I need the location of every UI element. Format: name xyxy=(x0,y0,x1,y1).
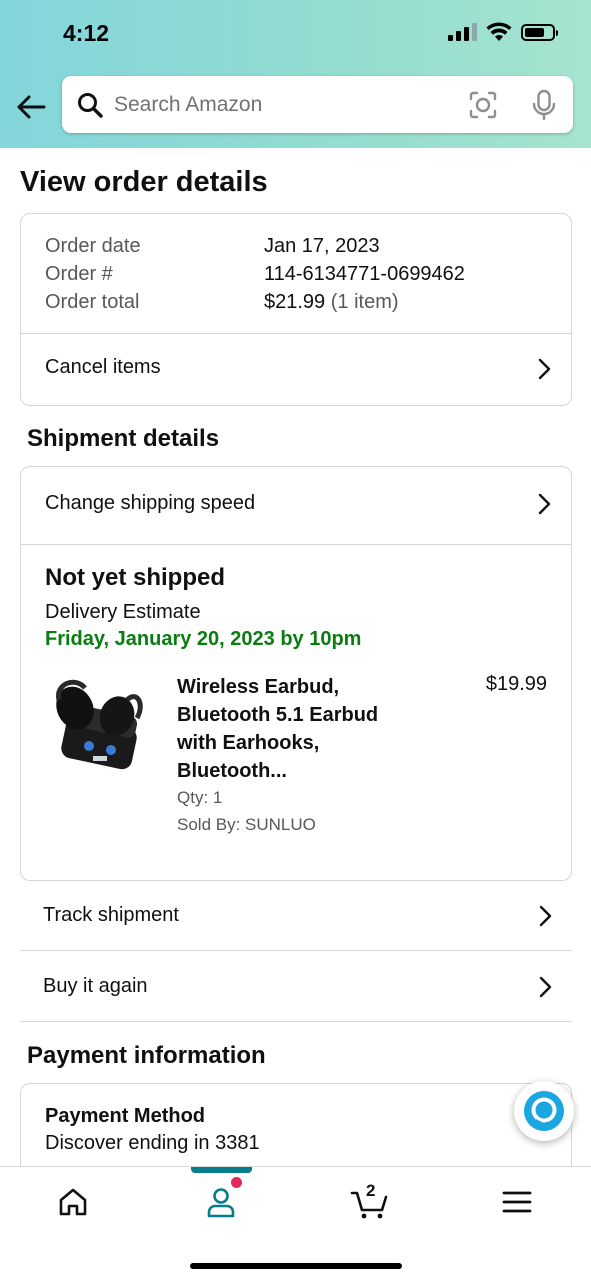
search-icon xyxy=(78,93,103,118)
cancel-items-label: Cancel items xyxy=(45,356,161,378)
cancel-items-row[interactable]: Cancel items xyxy=(21,334,571,406)
buy-it-again-row[interactable]: Buy it again xyxy=(20,952,572,1022)
chevron-right-icon xyxy=(539,976,552,998)
order-date-label: Order date xyxy=(45,235,141,257)
notification-dot xyxy=(231,1177,242,1188)
payment-method-value: Discover ending in 3381 xyxy=(45,1132,260,1154)
home-indicator xyxy=(190,1263,402,1269)
product-image[interactable] xyxy=(45,670,155,780)
order-total-items: (1 item) xyxy=(330,291,399,313)
wifi-icon xyxy=(486,22,512,41)
product-price: $19.99 xyxy=(485,673,547,695)
active-tab-indicator xyxy=(191,1167,252,1173)
page-title: View order details xyxy=(20,166,268,198)
chevron-right-icon xyxy=(538,493,551,515)
account-icon[interactable] xyxy=(204,1185,238,1219)
menu-icon[interactable] xyxy=(500,1185,534,1219)
shipment-status: Not yet shipped xyxy=(45,564,226,591)
order-number-value: 114-6134771-0699462 xyxy=(264,263,465,285)
app-header: 4:12 xyxy=(0,0,591,148)
delivery-estimate-label: Delivery Estimate xyxy=(45,601,201,623)
back-arrow-icon[interactable] xyxy=(14,90,48,124)
cellular-signal-icon xyxy=(448,23,477,41)
product-quantity: Qty: 1 xyxy=(177,788,223,807)
battery-icon xyxy=(521,23,558,41)
delivery-estimate-date: Friday, January 20, 2023 by 10pm xyxy=(45,628,362,650)
payment-method-title: Payment Method xyxy=(45,1105,206,1127)
change-shipping-speed-label: Change shipping speed xyxy=(45,492,256,514)
mic-icon[interactable] xyxy=(530,89,558,121)
status-icons xyxy=(448,22,558,42)
payment-section-title: Payment information xyxy=(27,1042,266,1069)
product-name[interactable]: Wireless Earbud, Bluetooth 5.1 Earbud wi… xyxy=(177,673,407,785)
buy-it-again-label: Buy it again xyxy=(43,975,148,997)
search-input[interactable] xyxy=(114,85,454,125)
change-shipping-speed-row[interactable]: Change shipping speed xyxy=(21,467,571,544)
product-seller: Sold By: SUNLUO xyxy=(177,815,316,834)
order-total-label: Order total xyxy=(45,291,140,313)
order-summary-card: Order date Jan 17, 2023 Order # 114-6134… xyxy=(20,213,572,406)
order-number-label: Order # xyxy=(45,263,113,285)
order-total-amount: $21.99 xyxy=(264,291,326,313)
divider xyxy=(21,544,571,545)
bottom-nav: 2 xyxy=(0,1166,591,1280)
status-time: 4:12 xyxy=(63,20,110,46)
shipment-card: Change shipping speed Not yet shipped De… xyxy=(20,466,572,881)
order-info-grid: Order date Jan 17, 2023 Order # 114-6134… xyxy=(45,234,544,314)
chevron-right-icon xyxy=(538,358,551,380)
order-date-value: Jan 17, 2023 xyxy=(264,235,380,257)
order-total-value: $21.99 (1 item) xyxy=(264,290,544,314)
search-bar[interactable] xyxy=(62,76,573,133)
track-shipment-label: Track shipment xyxy=(43,904,179,926)
home-icon[interactable] xyxy=(56,1185,90,1219)
alexa-icon xyxy=(524,1091,564,1131)
cart-count: 2 xyxy=(366,1181,376,1200)
track-shipment-row[interactable]: Track shipment xyxy=(20,881,572,951)
shipment-section-title: Shipment details xyxy=(27,425,220,452)
alexa-button[interactable] xyxy=(514,1081,574,1141)
chevron-right-icon xyxy=(539,905,552,927)
camera-icon[interactable] xyxy=(468,90,498,120)
